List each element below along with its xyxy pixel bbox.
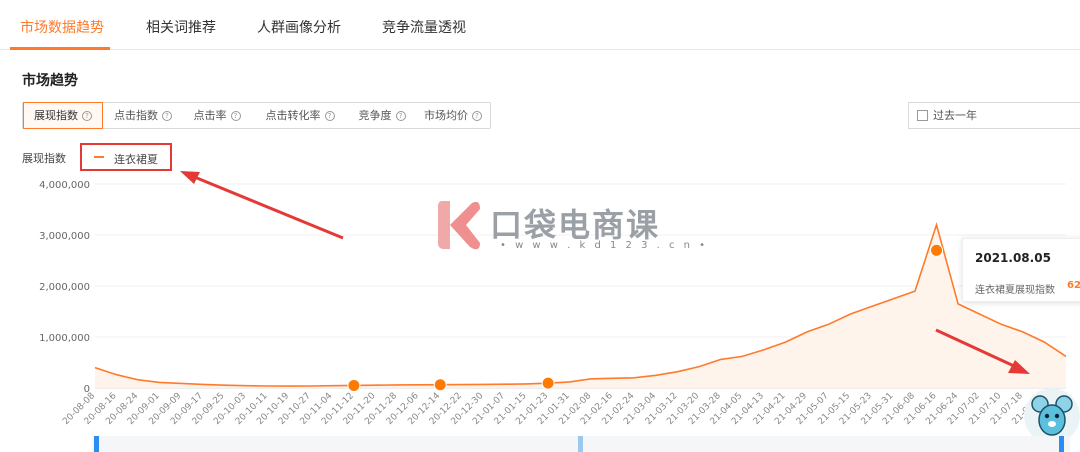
x-tick-label: 20-08-08 [61, 391, 97, 427]
x-tick-label: 20-12-06 [385, 391, 421, 427]
metric-ctr[interactable]: 点击率? [183, 103, 251, 128]
x-tick-label: 21-04-29 [773, 391, 809, 427]
x-tick-label: 21-04-05 [708, 391, 744, 427]
help-icon[interactable]: ? [395, 111, 406, 121]
tooltip-label: 连衣裙夏展现指数 [975, 285, 1055, 296]
metric-click-index[interactable]: 点击指数? [103, 103, 183, 128]
chart-tooltip: 2021.08.05 连衣裙夏展现指数 620 [962, 238, 1080, 302]
x-tick-label: 21-05-15 [816, 391, 852, 427]
range-slider-left-handle[interactable] [94, 436, 99, 452]
y-tick-label: 2,000,000 [39, 282, 90, 293]
x-tick-label: 21-03-04 [622, 391, 658, 427]
x-tick-label: 21-07-18 [989, 391, 1025, 427]
date-range-value: 过去一年 [933, 109, 977, 122]
range-slider-right-handle[interactable] [1059, 436, 1064, 452]
x-tick-label: 21-02-08 [557, 391, 593, 427]
x-tick-label: 21-07-10 [967, 391, 1003, 427]
x-tick-label: 21-05-07 [795, 391, 831, 427]
x-tick-label: 20-09-09 [147, 391, 183, 427]
help-icon[interactable]: ? [82, 111, 92, 121]
watermark-url: • w w w . k d 1 2 3 . c n • [500, 240, 709, 251]
help-icon[interactable]: ? [230, 111, 241, 121]
watermark-logo-icon [438, 201, 480, 250]
x-tick-label: 21-01-23 [514, 391, 550, 427]
x-tick-label: 20-09-01 [126, 391, 162, 427]
arrow-annotation-head [1008, 360, 1030, 374]
y-tick-label: 1,000,000 [39, 333, 90, 344]
x-tick-label: 21-05-31 [860, 391, 896, 427]
legend-swatch [94, 156, 104, 158]
tab-audience-profile[interactable]: 人群画像分析 [257, 17, 341, 37]
x-tick-label: 21-06-24 [924, 391, 960, 427]
arrow-annotation [935, 328, 1015, 368]
date-range-select[interactable]: 过去一年 [908, 102, 1080, 129]
x-tick-label: 21-03-20 [665, 391, 701, 427]
x-tick-label: 20-08-16 [83, 391, 119, 427]
arrow-annotation [191, 174, 344, 240]
metric-impression-index[interactable]: 展现指数? [23, 102, 103, 129]
x-tick-label: 21-04-13 [730, 391, 766, 427]
tab-market-trend[interactable]: 市场数据趋势 [20, 17, 104, 37]
x-tick-label: 20-10-27 [277, 391, 313, 427]
active-tab-underline [10, 47, 110, 50]
data-point [541, 376, 555, 390]
calendar-icon [917, 110, 928, 121]
metric-conversion-rate[interactable]: 点击转化率? [251, 103, 349, 128]
tooltip-value: 620 [1067, 280, 1080, 291]
x-tick-label: 21-04-21 [752, 391, 788, 427]
metric-avg-price[interactable]: 市场均价? [415, 103, 491, 128]
help-icon[interactable]: ? [162, 111, 172, 121]
section-title: 市场趋势 [22, 73, 78, 89]
data-point [347, 378, 361, 392]
x-tick-label: 21-06-08 [881, 391, 917, 427]
x-tick-label: 21-05-23 [838, 391, 874, 427]
x-tick-label: 20-10-11 [234, 391, 270, 427]
x-tick-label: 21-03-28 [687, 391, 723, 427]
legend-series-label: 连衣裙夏 [114, 153, 158, 166]
metric-button-group: 展现指数? 点击指数? 点击率? 点击转化率? 竞争度? 市场均价? [22, 102, 491, 129]
x-tick-label: 20-11-04 [299, 391, 335, 427]
x-tick-label: 21-06-16 [903, 391, 939, 427]
range-slider-mid-marker [578, 436, 583, 452]
x-tick-label: 21-02-16 [579, 391, 615, 427]
x-tick-label: 20-12-30 [450, 391, 486, 427]
data-point [930, 243, 944, 257]
help-icon[interactable]: ? [472, 111, 482, 121]
y-tick-label: 0 [84, 384, 90, 395]
y-tick-label: 3,000,000 [39, 231, 90, 242]
x-tick-label: 21-02-24 [601, 391, 637, 427]
legend-highlight-box[interactable]: 连衣裙夏 [80, 143, 172, 171]
x-tick-label: 21-01-07 [471, 391, 507, 427]
arrow-annotation-head [180, 171, 200, 184]
tab-competition-traffic[interactable]: 竞争流量透视 [382, 17, 466, 37]
x-tick-label: 21-03-12 [644, 391, 680, 427]
x-tick-label: 21-01-15 [493, 391, 529, 427]
help-icon[interactable]: ? [324, 111, 335, 121]
tooltip-date: 2021.08.05 [975, 251, 1051, 265]
x-tick-label: 20-11-28 [363, 391, 399, 427]
x-tick-label: 20-10-03 [212, 391, 248, 427]
x-tick-label: 20-11-20 [342, 391, 378, 427]
x-tick-label: 20-09-25 [191, 391, 227, 427]
x-tick-label: 20-12-22 [428, 391, 464, 427]
x-tick-label: 20-09-17 [169, 391, 205, 427]
x-tick-label: 21-07-02 [946, 391, 982, 427]
y-tick-label: 4,000,000 [39, 180, 90, 191]
x-tick-label: 20-12-14 [406, 391, 442, 427]
x-tick-label: 21-01-31 [536, 391, 572, 427]
top-tab-bar: 市场数据趋势 相关词推荐 人群画像分析 竞争流量透视 [0, 0, 1080, 50]
data-point [433, 378, 447, 392]
x-tick-label: 20-11-12 [320, 391, 356, 427]
x-tick-label: 20-08-24 [104, 391, 140, 427]
x-tick-label: 20-10-19 [255, 391, 291, 427]
legend-metric-label: 展现指数 [22, 152, 66, 165]
tab-related-words[interactable]: 相关词推荐 [146, 17, 216, 37]
metric-competition[interactable]: 竞争度? [349, 103, 415, 128]
